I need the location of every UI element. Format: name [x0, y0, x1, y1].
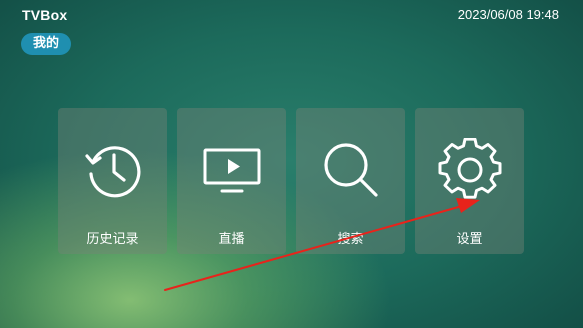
live-label: 直播: [218, 232, 245, 247]
history-clock-icon: [81, 138, 145, 202]
my-profile-button[interactable]: 我的: [21, 33, 71, 55]
search-icon: [319, 138, 383, 202]
search-tile[interactable]: 搜索: [296, 108, 405, 254]
history-tile[interactable]: 历史记录: [58, 108, 167, 254]
live-tv-icon: [200, 138, 264, 202]
top-bar: TVBox 2023/06/08 19:48: [0, 0, 583, 28]
clock-datetime: 2023/06/08 19:48: [457, 7, 559, 22]
settings-label: 设置: [456, 232, 483, 247]
app-title: TVBox: [22, 7, 68, 23]
search-label: 搜索: [337, 232, 364, 247]
gear-icon: [438, 138, 502, 202]
live-tile[interactable]: 直播: [177, 108, 286, 254]
home-menu-tiles: 历史记录 直播 搜索 设置: [58, 108, 524, 256]
settings-tile[interactable]: 设置: [415, 108, 524, 254]
history-label: 历史记录: [86, 232, 139, 247]
